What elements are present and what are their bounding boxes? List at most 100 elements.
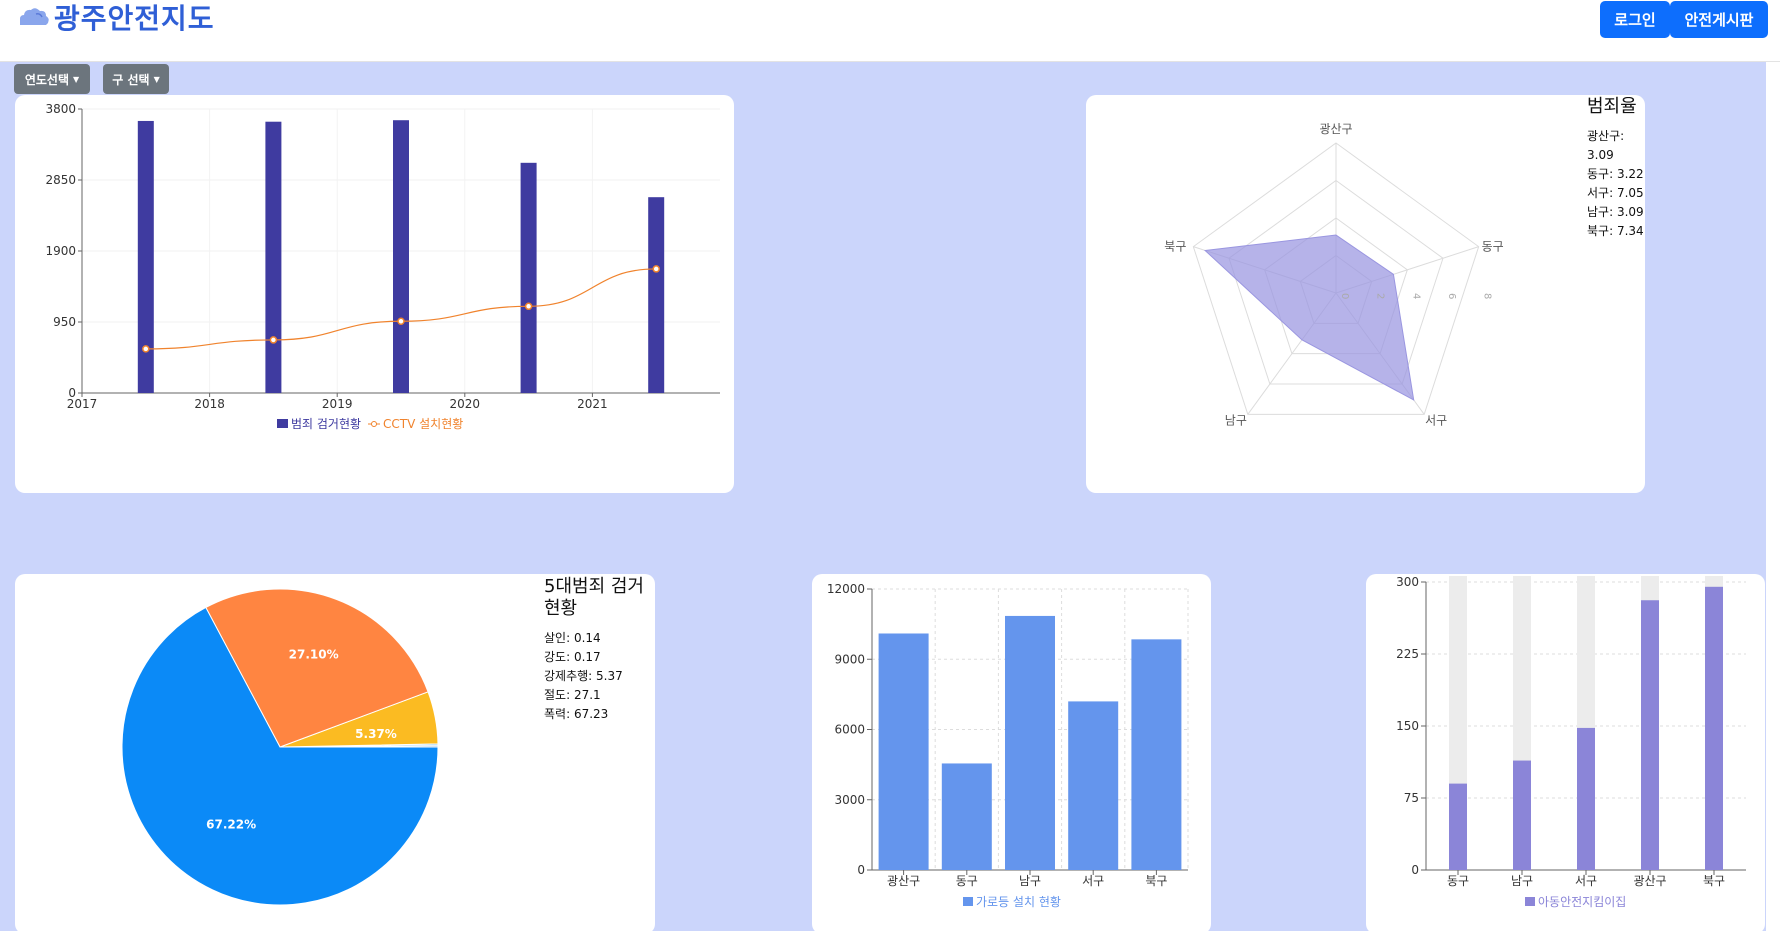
x-tick-label: 2021: [577, 397, 608, 411]
x-tick-label: 동구: [956, 874, 978, 888]
caret-down-icon: ▼: [153, 74, 160, 84]
x-tick-label: 2020: [450, 397, 481, 411]
x-tick-label: 북구: [1145, 874, 1167, 888]
x-tick-label: 서구: [1575, 874, 1597, 888]
data-bar: [1449, 783, 1467, 870]
crime-cctv-chart-card: 3800 2850 1900 950 0 2017 2018 2019 2020 2021 범죄 검…: [15, 95, 734, 493]
y-tick-label: 75: [1404, 791, 1419, 805]
radar-axis-label: 광산구: [1319, 122, 1352, 136]
child-safety-house-chart-card: 300 225 150 75 0 동구 남구 서구 광산구 북구아동안전지킴이집: [1366, 574, 1765, 931]
y-tick-label: 0: [1411, 863, 1419, 877]
y-tick-label: 6000: [834, 723, 865, 737]
data-bar: [941, 763, 992, 870]
five-crimes-pie-card: 0.14%0.17%5.37%27.10%67.22% 5대범죄 검거 현황 살…: [15, 574, 655, 931]
y-tick-label: 300: [1396, 575, 1419, 589]
x-tick-label: 광산구: [1633, 874, 1666, 888]
radar-legend-item: 동구: 3.22: [1587, 167, 1644, 181]
crime-rate-radar-card: 0 2 4 6 8 광산구동구서구 남구 북구 범죄율 광산구: 3.09 동구: 3.22 …: [1086, 95, 1645, 493]
radar-chart-title: 범죄율: [1587, 96, 1637, 117]
data-bar: [1131, 639, 1182, 870]
x-tick-label: 북구: [1703, 874, 1725, 888]
data-bar: [1577, 727, 1595, 870]
legend-swatch: [963, 897, 973, 906]
radar-legend-item: 광산구: 3.09: [1587, 129, 1625, 162]
radar-tick-label: 0: [1339, 293, 1350, 299]
pie-legend-item: 절도: 27.1: [544, 688, 601, 702]
pie-slice-label: 5.37%: [355, 727, 397, 741]
district-select-label: 구 선택: [112, 72, 150, 87]
crime-bar: [265, 121, 282, 393]
crime-bar: [393, 120, 409, 394]
y-tick-label: 150: [1396, 719, 1419, 733]
x-tick-label: 서구: [1082, 874, 1104, 888]
legend-swatch-crime: [277, 419, 288, 428]
x-tick-label: 2017: [67, 397, 98, 411]
district-select-dropdown[interactable]: 구 선택 ▼: [103, 64, 169, 94]
legend-swatch-cctv-dot: [371, 421, 377, 427]
pie-chart-title: 5대범죄 검거 현황: [544, 576, 644, 619]
app-title: 광주안전지도: [54, 2, 215, 35]
data-bar: [1005, 615, 1055, 870]
pie-legend-item: 살인: 0.14: [544, 631, 601, 645]
pie-legend-item: 폭력: 67.23: [544, 707, 609, 721]
radar-legend-list: 광산구: 3.09 동구: 3.22 서구: 7.05 남구: 3.09 북구:…: [1587, 127, 1644, 241]
cctv-point: [652, 265, 660, 273]
legend-label-crime: 범죄 검거현황: [291, 417, 361, 431]
y-tick-label: 225: [1396, 647, 1419, 661]
x-tick-label: 2018: [194, 397, 225, 411]
data-bar: [1705, 586, 1723, 870]
radar-tick-label: 2: [1375, 293, 1386, 299]
y-tick-label: 12000: [827, 582, 865, 596]
data-bar: [1068, 701, 1119, 870]
year-select-label: 연도선택: [24, 72, 69, 87]
radar-legend-item: 서구: 7.05: [1587, 186, 1644, 200]
cctv-point: [269, 336, 278, 344]
legend-label: 가로등 설치 현황: [976, 895, 1061, 909]
radar-value-area: [1203, 234, 1415, 401]
child-safety-house-bar-chart: 300 225 150 75 0 동구 남구 서구 광산구 북구아동안전지킴이집: [1396, 575, 1746, 909]
pie-legend-item: 강제추행: 5.37: [544, 669, 623, 683]
radar-tick-label: 8: [1482, 293, 1493, 299]
y-tick-label: 3000: [834, 793, 865, 807]
safety-board-button[interactable]: 안전게시판: [1670, 1, 1768, 38]
y-tick-label: 9000: [834, 652, 865, 666]
data-bar: [1513, 760, 1531, 870]
cctv-point: [524, 302, 533, 311]
pie-slice-label: 67.22%: [206, 817, 256, 831]
radar-tick-label: 4: [1410, 293, 1421, 299]
legend-label-cctv: CCTV 설치현황: [383, 417, 463, 431]
legend-swatch: [1525, 897, 1535, 906]
year-select-dropdown[interactable]: 연도선택 ▼: [14, 64, 90, 94]
radar-axis-label: 남구: [1225, 413, 1247, 427]
logo[interactable]: 광주안전지도: [16, 0, 215, 35]
radar-tick-label: 6: [1446, 293, 1457, 299]
y-tick-label: 3800: [45, 102, 76, 116]
radar-axis-label: 북구: [1164, 240, 1186, 254]
streetlight-bar-chart: 12000 9000 6000 3000 0 광산구 동구 남구 서구 북구가로등 설치 현황: [827, 582, 1189, 909]
dashboard-area: 연도선택 ▼ 구 선택 ▼ 3800 2850 1900 950 0 2017 2018 2019…: [0, 62, 1766, 931]
radar-axis-label: 동구: [1482, 240, 1504, 254]
x-tick-label: 2019: [322, 397, 353, 411]
y-tick-label: 950: [53, 315, 76, 329]
data-bar: [878, 633, 929, 870]
x-tick-label: 광산구: [887, 874, 920, 888]
five-crimes-pie-chart: 0.14%0.17%5.37%27.10%67.22%: [121, 588, 439, 906]
radar-legend-item: 북구: 7.34: [1587, 224, 1644, 238]
y-tick-label: 2850: [45, 173, 76, 187]
radar-legend-item: 남구: 3.09: [1587, 205, 1644, 219]
caret-down-icon: ▼: [73, 74, 80, 84]
cloud-icon: [20, 8, 49, 26]
x-tick-label: 동구: [1447, 874, 1469, 888]
pie-slice-label: 27.10%: [289, 647, 339, 661]
cctv-point: [397, 317, 405, 326]
pie-legend-list: 살인: 0.14 강도: 0.17 강제추행: 5.37 절도: 27.1 폭력…: [544, 629, 623, 724]
x-tick-label: 남구: [1511, 874, 1533, 888]
y-tick-label: 0: [857, 863, 865, 877]
legend-label: 아동안전지킴이집: [1538, 895, 1626, 909]
y-tick-label: 1900: [45, 244, 76, 258]
crime-bar: [648, 197, 665, 393]
top-header: 광주안전지도 로그인 안전게시판: [0, 0, 1780, 62]
login-button[interactable]: 로그인: [1600, 1, 1670, 38]
cctv-point: [142, 345, 150, 353]
radar-axis-label: 서구: [1425, 413, 1447, 427]
